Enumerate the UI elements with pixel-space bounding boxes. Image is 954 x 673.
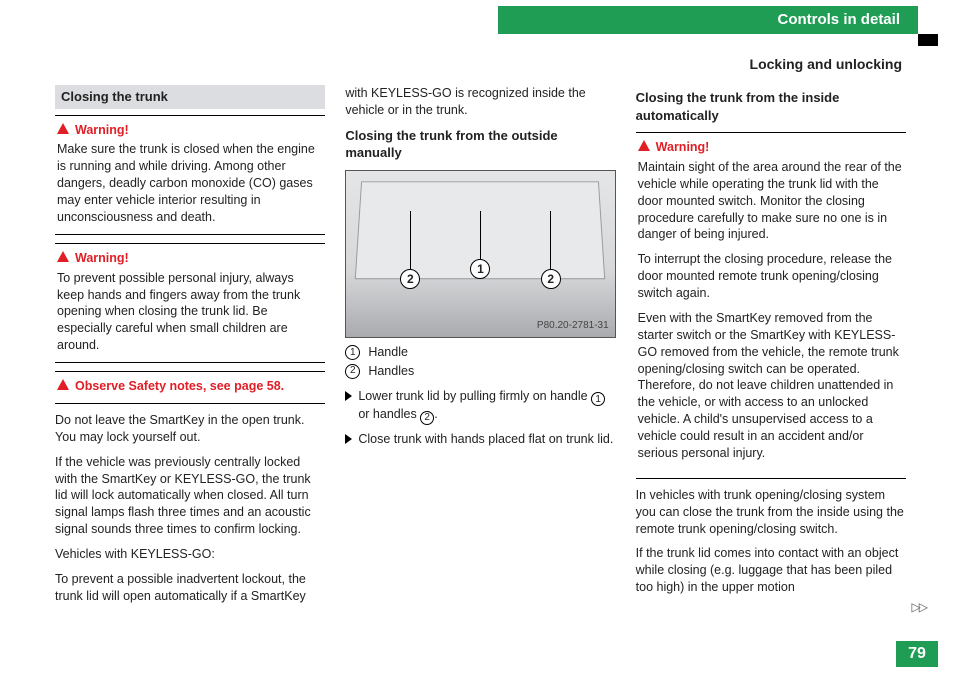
warning-triangle-icon xyxy=(57,123,69,134)
step-text-part: or handles xyxy=(358,407,420,421)
legend-marker-2-icon: 2 xyxy=(345,364,360,379)
column-2: with KEYLESS-GO is recognized inside the… xyxy=(345,85,615,633)
body-paragraph: To prevent a possible inadvertent lockou… xyxy=(55,571,325,605)
continuation-arrow-icon: ▷▷ xyxy=(912,599,926,615)
body-paragraph: with KEYLESS-GO is recognized inside the… xyxy=(345,85,615,119)
callout-2-left: 2 xyxy=(400,269,420,289)
chapter-title: Controls in detail xyxy=(777,10,900,30)
step-text: Close trunk with hands placed flat on tr… xyxy=(358,431,613,448)
warning-label-text: Warning! xyxy=(75,250,129,267)
inline-marker-1-icon: 1 xyxy=(591,392,605,406)
warning-label: Warning! xyxy=(57,250,323,267)
warning-label-text: Warning! xyxy=(75,122,129,139)
step-arrow-icon xyxy=(345,391,352,401)
warning-label: Warning! xyxy=(57,122,323,139)
warning-body: Maintain sight of the area around the re… xyxy=(638,159,904,243)
warning-body: Make sure the trunk is closed when the e… xyxy=(57,141,323,225)
body-paragraph: In vehicles with trunk opening/closing s… xyxy=(636,487,906,538)
figure-legend: 1 Handle 2 Handles xyxy=(345,344,615,380)
subsection-heading: Closing the trunk from the inside automa… xyxy=(636,89,906,124)
safety-ref-line: Observe Safety notes, see page 58. xyxy=(57,378,323,395)
column-3: Closing the trunk from the inside automa… xyxy=(636,85,906,633)
warning-triangle-icon xyxy=(57,379,69,390)
safety-ref-text: Observe Safety notes, see page 58. xyxy=(75,378,284,395)
body-paragraph: If the trunk lid comes into contact with… xyxy=(636,545,906,596)
callout-line xyxy=(550,211,551,269)
warning-label: Warning! xyxy=(638,139,904,156)
warning-box-1: Warning! Make sure the trunk is closed w… xyxy=(55,115,325,235)
callout-line xyxy=(480,211,481,259)
legend-row-1: 1 Handle xyxy=(345,344,615,361)
section-subheader: Locking and unlocking xyxy=(0,55,920,74)
body-paragraph: If the vehicle was previously centrally … xyxy=(55,454,325,538)
warning-body: To prevent possible personal injury, alw… xyxy=(57,270,323,354)
legend-text: Handles xyxy=(368,363,414,380)
chapter-header: Controls in detail xyxy=(498,6,918,34)
warning-box-3: Warning! Maintain sight of the area arou… xyxy=(636,132,906,479)
step-text-part: Lower trunk lid by pulling firmly on han… xyxy=(358,389,591,403)
step-text-part: . xyxy=(434,407,437,421)
figure-id-label: P80.20-2781-31 xyxy=(537,319,609,333)
instruction-step-1: Lower trunk lid by pulling firmly on han… xyxy=(345,388,615,426)
warning-box-2: Warning! To prevent possible personal in… xyxy=(55,243,325,363)
legend-marker-1-icon: 1 xyxy=(345,345,360,360)
warning-body: Even with the SmartKey removed from the … xyxy=(638,310,904,462)
safety-reference: Observe Safety notes, see page 58. xyxy=(55,371,325,404)
callout-2-right: 2 xyxy=(541,269,561,289)
warning-triangle-icon xyxy=(57,251,69,262)
warning-triangle-icon xyxy=(638,140,650,151)
legend-row-2: 2 Handles xyxy=(345,363,615,380)
callout-line xyxy=(410,211,411,269)
trunk-figure: 1 2 2 P80.20-2781-31 xyxy=(345,170,615,338)
body-paragraph: Vehicles with KEYLESS-GO: xyxy=(55,546,325,563)
margin-tab xyxy=(918,34,938,46)
inline-marker-2-icon: 2 xyxy=(420,411,434,425)
step-text: Lower trunk lid by pulling firmly on han… xyxy=(358,388,615,426)
content-columns: Closing the trunk Warning! Make sure the… xyxy=(55,85,906,633)
legend-text: Handle xyxy=(368,344,408,361)
warning-body: To interrupt the closing procedure, rele… xyxy=(638,251,904,302)
body-paragraph: Do not leave the SmartKey in the open tr… xyxy=(55,412,325,446)
step-arrow-icon xyxy=(345,434,352,444)
column-1: Closing the trunk Warning! Make sure the… xyxy=(55,85,325,633)
instruction-step-2: Close trunk with hands placed flat on tr… xyxy=(345,431,615,448)
subsection-heading: Closing the trunk from the outside manua… xyxy=(345,127,615,162)
section-heading: Closing the trunk xyxy=(55,85,325,109)
page-number: 79 xyxy=(896,641,938,667)
warning-label-text: Warning! xyxy=(656,139,710,156)
